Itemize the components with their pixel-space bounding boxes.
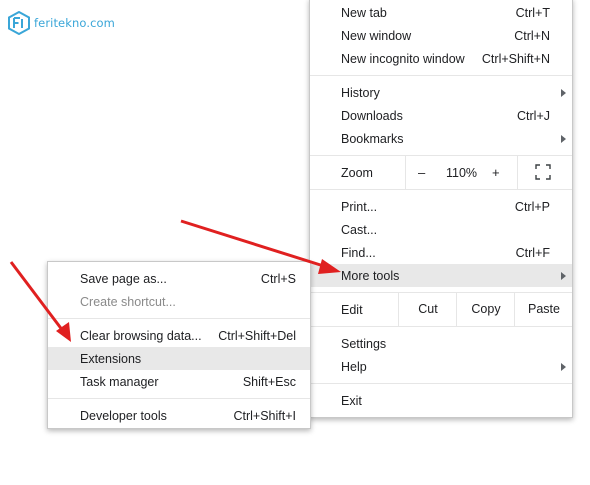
- feritekno-logo-icon: [8, 11, 30, 35]
- menu-item-label: Bookmarks: [341, 131, 404, 146]
- logo-text: feritekno.com: [34, 16, 115, 30]
- submenu-arrow-icon: [561, 363, 566, 371]
- zoom-in-button[interactable]: +: [492, 165, 500, 180]
- submenu-arrow-icon: [561, 272, 566, 280]
- menu-item-label: Task manager: [80, 374, 159, 389]
- menu-item-shortcut: Ctrl+N: [514, 28, 550, 43]
- menu-item-clear-browsing-data[interactable]: Clear browsing data... Ctrl+Shift+Del: [48, 324, 310, 347]
- menu-item-label: Cast...: [341, 222, 378, 237]
- edit-row: Edit Cut Copy Paste: [310, 292, 572, 326]
- menu-item-shortcut: Ctrl+T: [515, 5, 550, 20]
- menu-item-shortcut: Ctrl+Shift+Del: [218, 328, 296, 343]
- menu-item-label: Developer tools: [80, 408, 167, 423]
- submenu-arrow-icon: [561, 135, 566, 143]
- copy-button[interactable]: Copy: [456, 292, 515, 326]
- menu-item-history[interactable]: History: [310, 81, 572, 104]
- menu-item-settings[interactable]: Settings: [310, 332, 572, 355]
- menu-separator: [310, 189, 572, 190]
- more-tools-submenu: Save page as... Ctrl+S Create shortcut..…: [47, 261, 311, 429]
- menu-item-print[interactable]: Print... Ctrl+P: [310, 195, 572, 218]
- menu-item-help[interactable]: Help: [310, 355, 572, 378]
- menu-item-shortcut: Shift+Esc: [242, 374, 296, 389]
- edit-label: Edit: [341, 303, 363, 317]
- menu-separator: [310, 75, 572, 76]
- menu-item-label: Create shortcut...: [80, 294, 176, 309]
- chrome-main-menu: New tab Ctrl+T New window Ctrl+N New inc…: [309, 0, 573, 418]
- menu-item-developer-tools[interactable]: Developer tools Ctrl+Shift+I: [48, 404, 310, 427]
- menu-item-bookmarks[interactable]: Bookmarks: [310, 127, 572, 150]
- menu-item-shortcut: Ctrl+P: [514, 199, 550, 214]
- menu-item-new-window[interactable]: New window Ctrl+N: [310, 24, 572, 47]
- menu-item-label: Save page as...: [80, 271, 167, 286]
- menu-item-exit[interactable]: Exit: [310, 389, 572, 412]
- menu-item-shortcut: Ctrl+S: [260, 271, 296, 286]
- menu-item-create-shortcut: Create shortcut...: [48, 290, 310, 313]
- menu-item-new-incognito-window[interactable]: New incognito window Ctrl+Shift+N: [310, 47, 572, 70]
- menu-item-shortcut: Ctrl+F: [515, 245, 550, 260]
- menu-item-label: Exit: [341, 393, 362, 408]
- menu-separator: [310, 326, 572, 327]
- menu-item-save-page-as[interactable]: Save page as... Ctrl+S: [48, 267, 310, 290]
- menu-item-label: More tools: [341, 268, 400, 283]
- menu-separator: [48, 318, 310, 319]
- menu-item-label: Find...: [341, 245, 376, 260]
- paste-button[interactable]: Paste: [514, 292, 573, 326]
- menu-item-more-tools[interactable]: More tools: [310, 264, 572, 287]
- menu-item-find[interactable]: Find... Ctrl+F: [310, 241, 572, 264]
- menu-item-new-tab[interactable]: New tab Ctrl+T: [310, 1, 572, 24]
- menu-item-shortcut: Ctrl+J: [517, 108, 550, 123]
- menu-separator: [48, 398, 310, 399]
- menu-item-label: Downloads: [341, 108, 403, 123]
- zoom-row: Zoom – 110% +: [310, 155, 572, 189]
- menu-item-label: Settings: [341, 336, 387, 351]
- menu-item-label: Help: [341, 359, 367, 374]
- menu-item-shortcut: Ctrl+Shift+N: [481, 51, 550, 66]
- menu-item-label: New incognito window: [341, 51, 465, 66]
- fullscreen-icon[interactable]: [535, 164, 551, 180]
- zoom-label: Zoom: [341, 166, 373, 180]
- menu-item-shortcut: Ctrl+Shift+I: [233, 408, 296, 423]
- menu-item-task-manager[interactable]: Task manager Shift+Esc: [48, 370, 310, 393]
- zoom-level: 110%: [446, 166, 478, 180]
- menu-item-label: New window: [341, 28, 412, 43]
- menu-separator: [310, 383, 572, 384]
- site-logo: feritekno.com: [8, 11, 115, 35]
- cut-button[interactable]: Cut: [398, 292, 457, 326]
- submenu-arrow-icon: [561, 89, 566, 97]
- zoom-controls: – 110% +: [405, 155, 518, 189]
- menu-item-label: Print...: [341, 199, 378, 214]
- menu-item-cast[interactable]: Cast...: [310, 218, 572, 241]
- zoom-out-button[interactable]: –: [418, 165, 425, 180]
- menu-item-extensions[interactable]: Extensions: [48, 347, 310, 370]
- menu-item-label: Clear browsing data...: [80, 328, 202, 343]
- menu-item-label: Extensions: [80, 351, 142, 366]
- menu-item-downloads[interactable]: Downloads Ctrl+J: [310, 104, 572, 127]
- menu-item-label: New tab: [341, 5, 387, 20]
- menu-item-label: History: [341, 85, 380, 100]
